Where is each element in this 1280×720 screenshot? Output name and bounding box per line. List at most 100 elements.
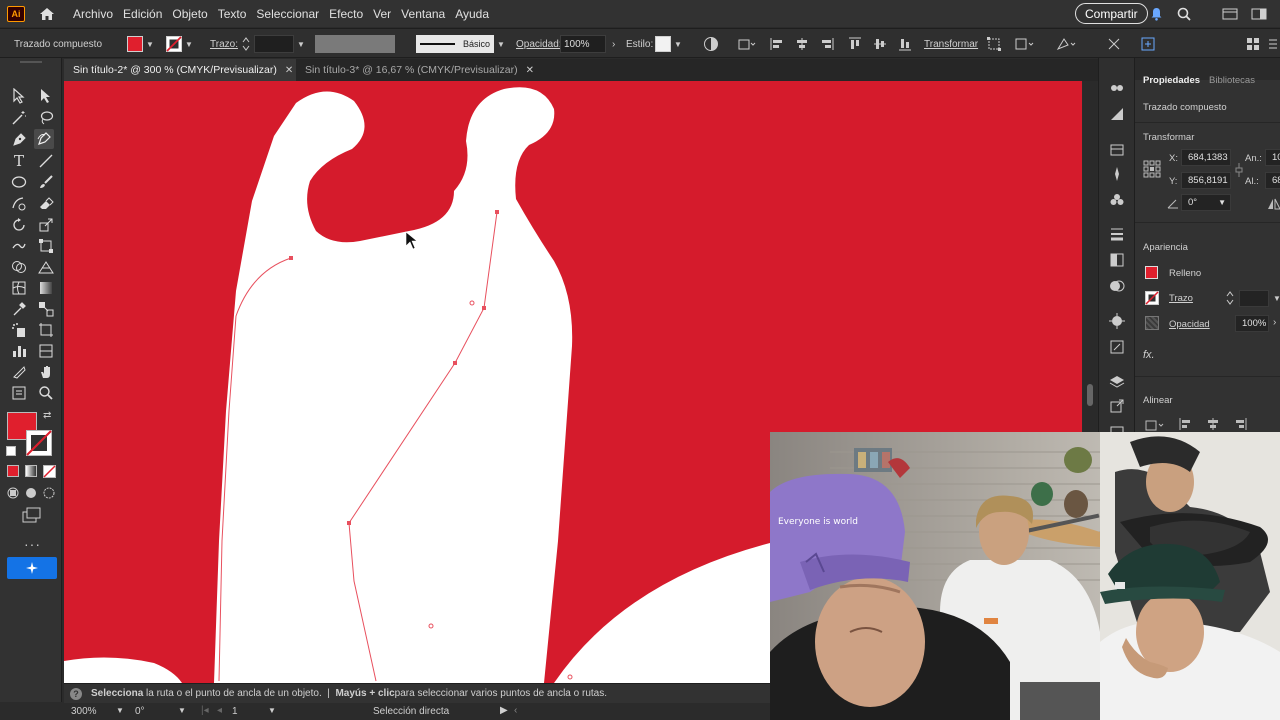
gradient-mode-icon[interactable] — [25, 465, 37, 477]
share-button[interactable]: Compartir — [1075, 3, 1148, 24]
align-to-selection-icon[interactable] — [1145, 418, 1167, 433]
opacity-label[interactable]: Opacidad: — [516, 29, 562, 59]
appearance-fill-swatch[interactable] — [1145, 266, 1158, 279]
height-field[interactable]: 68 — [1265, 172, 1280, 189]
menu-archivo[interactable]: Archivo — [73, 7, 113, 21]
props-align-right-icon[interactable] — [1235, 418, 1247, 433]
brushes-icon[interactable] — [1109, 166, 1125, 182]
free-transform-tool-icon[interactable] — [36, 236, 56, 256]
rotation-value[interactable]: 0° — [135, 706, 145, 717]
transform-link[interactable]: Transformar — [924, 29, 978, 59]
opacity-label[interactable]: Opacidad — [1169, 319, 1210, 330]
tab-document-2[interactable]: Sin título-2* @ 300 % (CMYK/Previsualiza… — [64, 59, 296, 81]
warp-tool-icon[interactable] — [9, 236, 29, 256]
line-tool-icon[interactable] — [36, 151, 56, 171]
more-options-icon[interactable] — [1107, 29, 1121, 59]
asset-export-icon[interactable] — [1109, 398, 1125, 414]
link-proportions-icon[interactable] — [1235, 161, 1243, 182]
workspace-icon[interactable] — [1250, 5, 1268, 23]
rotate-tool-icon[interactable] — [9, 215, 29, 235]
stroke-weight-field[interactable] — [1239, 290, 1269, 307]
align-to-icon[interactable] — [737, 29, 757, 59]
transparency-icon[interactable] — [1109, 278, 1125, 294]
scroll-left-icon[interactable]: ‹ — [514, 705, 517, 716]
draw-inside-icon[interactable] — [43, 487, 55, 502]
transform-each-icon[interactable] — [986, 29, 1002, 59]
shape-builder-icon[interactable] — [1056, 29, 1078, 59]
search-icon[interactable] — [1175, 5, 1193, 23]
prev-artboard-icon[interactable]: ◂ — [217, 705, 222, 716]
zoom-value[interactable]: 300% — [71, 706, 97, 717]
rotation-dropdown-icon[interactable]: ▼ — [178, 706, 186, 715]
magic-wand-tool-icon[interactable] — [9, 108, 29, 128]
none-mode-icon[interactable] — [43, 465, 56, 481]
menu-edicion[interactable]: Edición — [123, 7, 162, 21]
grid-icon[interactable] — [1246, 29, 1260, 59]
cc-libraries-icon[interactable] — [1109, 80, 1125, 96]
style-swatch[interactable]: ▼ — [655, 29, 682, 59]
flip-icon[interactable] — [1267, 198, 1280, 213]
menu-ventana[interactable]: Ventana — [401, 7, 445, 21]
arrange-windows-icon[interactable] — [1221, 5, 1239, 23]
layers-list-icon[interactable] — [1109, 142, 1125, 158]
paintbrush-tool-icon[interactable] — [36, 172, 56, 192]
scrollbar-thumb[interactable] — [1087, 384, 1093, 406]
y-field[interactable]: 856,8191 p — [1181, 172, 1231, 189]
perspective-grid-tool-icon[interactable] — [36, 257, 56, 277]
stroke-color-box[interactable] — [26, 430, 52, 456]
graphic-styles-icon[interactable] — [1109, 339, 1125, 355]
column-graph-tool-icon[interactable] — [9, 341, 29, 361]
shape-builder-tool-icon[interactable] — [9, 257, 29, 277]
stroke-stepper[interactable] — [1226, 290, 1234, 309]
screen-mode-icon[interactable] — [22, 507, 42, 526]
variable-width-field[interactable] — [315, 29, 395, 59]
generative-ai-button[interactable] — [7, 557, 57, 579]
color-mode-icon[interactable] — [7, 465, 19, 477]
shaper-tool-icon[interactable] — [9, 194, 29, 214]
type-tool-icon[interactable]: T — [9, 151, 29, 171]
scale-tool-icon[interactable] — [36, 215, 56, 235]
eraser-tool-icon[interactable] — [36, 194, 56, 214]
stroke-weight-label[interactable]: Trazo: — [210, 29, 238, 59]
stroke-panel-icon[interactable] — [1109, 226, 1125, 242]
swap-colors-icon[interactable]: ⇄ — [43, 410, 51, 421]
hand-tool-icon[interactable] — [36, 362, 56, 382]
stroke-weight-stepper[interactable]: ▼ — [242, 29, 305, 59]
direct-selection-tool-icon[interactable] — [36, 86, 56, 106]
reference-point-icon[interactable] — [1143, 160, 1161, 181]
opacity-arrow-icon[interactable]: › — [1273, 317, 1276, 328]
appearance-icon[interactable] — [1109, 313, 1125, 329]
appearance-stroke-swatch[interactable] — [1145, 291, 1159, 308]
stroke-dropdown-icon[interactable]: ▼ — [1273, 294, 1280, 303]
zoom-to-artboard-icon[interactable] — [9, 383, 29, 403]
pen-tool-icon[interactable] — [9, 130, 29, 150]
bell-icon[interactable] — [1147, 5, 1165, 23]
knife-tool-icon[interactable] — [9, 362, 29, 382]
zoom-dropdown-icon[interactable]: ▼ — [116, 706, 124, 715]
tab-libraries[interactable]: Bibliotecas — [1209, 75, 1255, 86]
x-field[interactable]: 684,1383 p — [1181, 149, 1231, 166]
props-align-center-icon[interactable] — [1207, 418, 1219, 433]
selection-tool-icon[interactable] — [9, 86, 29, 106]
eyedropper-tool-icon[interactable] — [9, 299, 29, 319]
align-top-icon[interactable] — [848, 29, 862, 59]
lasso-tool-icon[interactable] — [36, 108, 56, 128]
symbols-icon[interactable] — [1109, 192, 1125, 208]
status-arrow-icon[interactable]: ▶ — [500, 705, 508, 716]
props-align-left-icon[interactable] — [1179, 418, 1191, 433]
align-left-icon[interactable] — [770, 29, 784, 59]
fx-button[interactable]: fx. — [1143, 349, 1155, 361]
opacity-field[interactable]: 100% — [1235, 315, 1269, 332]
menu-ver[interactable]: Ver — [373, 7, 391, 21]
home-icon[interactable] — [37, 5, 57, 23]
artboard-dropdown-icon[interactable]: ▼ — [268, 706, 276, 715]
tab-document-3[interactable]: Sin título-3* @ 16,67 % (CMYK/Previsuali… — [299, 59, 539, 81]
draw-behind-icon[interactable] — [25, 487, 37, 502]
width-field[interactable]: 10 — [1265, 149, 1280, 166]
close-tab-icon[interactable]: ✕ — [285, 65, 293, 76]
slice-tool-icon[interactable] — [36, 341, 56, 361]
isolate-icon[interactable] — [1014, 29, 1036, 59]
ellipse-tool-icon[interactable] — [9, 172, 29, 192]
blend-tool-icon[interactable] — [36, 299, 56, 319]
recolor-icon[interactable] — [703, 29, 719, 59]
